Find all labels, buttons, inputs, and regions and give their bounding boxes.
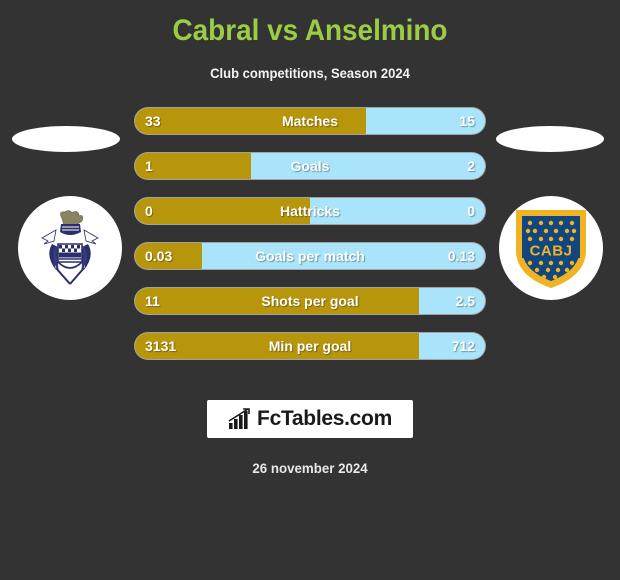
- header: Cabral vs Anselmino Club competitions, S…: [0, 0, 620, 82]
- fctables-logo[interactable]: FcTables.com: [207, 400, 413, 438]
- away-logo-disc: CABJ: [498, 196, 603, 300]
- away-team-logo[interactable]: CABJ: [493, 108, 608, 388]
- stat-label: Matches: [281, 113, 339, 129]
- footer: FcTables.com 26 november 2024: [0, 400, 620, 476]
- stat-label: Hattricks: [280, 203, 340, 219]
- away-value: 2.5: [455, 293, 475, 309]
- away-value: 712: [451, 338, 475, 354]
- table-row: 11 Shots per goal 2.5: [135, 288, 485, 314]
- stat-bars: 33 Matches 15 1 Goals 2 0 Hattricks 0 0.…: [135, 108, 485, 378]
- table-row: 0.03 Goals per match 0.13: [135, 243, 485, 269]
- table-row: 3131 Min per goal 712: [135, 333, 485, 359]
- away-logo-ellipse: [496, 126, 604, 152]
- away-value: 15: [459, 113, 475, 129]
- stat-label: Goals per match: [255, 248, 365, 264]
- date-label: 26 november 2024: [252, 460, 368, 476]
- away-value: 0.13: [447, 248, 475, 264]
- home-team-logo[interactable]: [12, 108, 127, 388]
- page-title: Cabral vs Anselmino: [172, 14, 448, 47]
- bar-chart-icon: [228, 408, 250, 429]
- home-logo-disc: [17, 196, 122, 300]
- page-subtitle: Club competitions, Season 2024: [210, 65, 410, 81]
- stat-label: Goals: [290, 158, 330, 174]
- table-row: 33 Matches 15: [135, 108, 485, 134]
- comparison-section: 33 Matches 15 1 Goals 2 0 Hattricks 0 0.…: [0, 108, 620, 388]
- stat-label: Min per goal: [268, 338, 352, 354]
- home-logo-ellipse: [12, 126, 120, 152]
- boca-juniors-crest: CABJ: [515, 210, 586, 288]
- brand-text: FcTables.com: [257, 407, 392, 430]
- gimnasia-la-plata-crest: [40, 210, 99, 285]
- svg-text:CABJ: CABJ: [529, 243, 572, 260]
- away-value: 0: [467, 203, 475, 219]
- away-value: 2: [467, 158, 475, 174]
- table-row: 0 Hattricks 0: [135, 198, 485, 224]
- stat-label: Shots per goal: [261, 293, 359, 309]
- table-row: 1 Goals 2: [135, 153, 485, 179]
